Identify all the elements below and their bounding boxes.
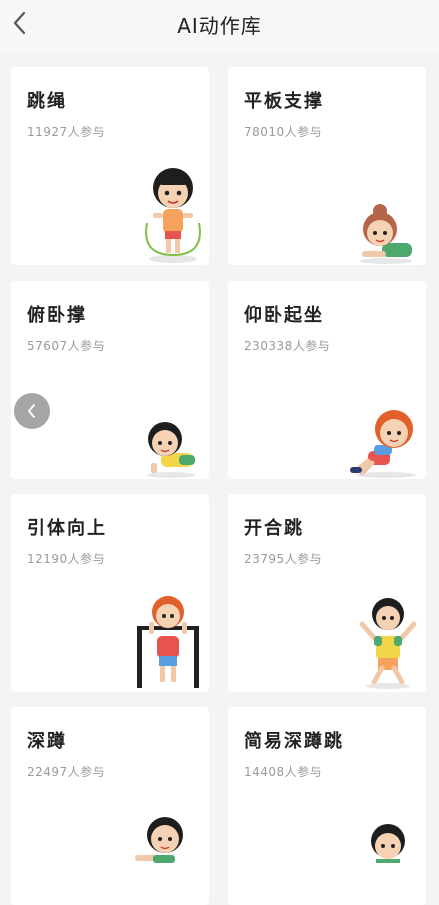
exercise-name: 仰卧起坐 [244,305,324,326]
floating-prev-button[interactable] [14,393,50,429]
exercise-card-push-up[interactable]: 俯卧撑 57607人参与 [11,281,209,479]
participant-count: 14408人参与 [244,765,323,779]
pull-up-illustration [137,596,199,688]
exercise-name: 平板支撑 [244,91,324,112]
exercise-card-pull-up[interactable]: 引体向上 12190人参与 [11,494,209,692]
exercise-card-squat[interactable]: 深蹲 22497人参与 [11,707,209,905]
push-up-illustration [147,422,195,478]
squat-illustration [135,817,183,863]
exercise-card-simple-squat-jump[interactable]: 简易深蹲跳 14408人参与 [228,707,426,905]
exercise-name: 俯卧撑 [27,305,87,326]
exercise-card-plank[interactable]: 平板支撑 78010人参与 [228,67,426,265]
exercise-name: 跳绳 [27,91,67,112]
participant-count: 12190人参与 [27,552,106,566]
participant-count: 230338人参与 [244,339,331,353]
exercise-card-jump-rope[interactable]: 跳绳 11927人参与 [11,67,209,265]
participant-count: 22497人参与 [27,765,106,779]
exercise-card-sit-up[interactable]: 仰卧起坐 230338人参与 [228,281,426,479]
participant-count: 11927人参与 [27,125,106,139]
page-title: AI动作库 [177,14,262,38]
exercise-card-jumping-jack[interactable]: 开合跳 23795人参与 [228,494,426,692]
jump-rope-illustration [145,168,201,263]
participant-count: 23795人参与 [244,552,323,566]
exercise-name: 开合跳 [244,518,304,539]
top-bar: AI动作库 [0,0,439,52]
exercise-name: 深蹲 [27,731,67,752]
participant-count: 78010人参与 [244,125,323,139]
plank-illustration [360,204,412,264]
exercise-name: 简易深蹲跳 [244,731,344,752]
sit-up-illustration [350,410,416,478]
chevron-left-icon [28,404,35,418]
jumping-jack-illustration [359,598,417,689]
participant-count: 57607人参与 [27,339,106,353]
squat-jump-illustration [371,824,405,863]
exercise-name: 引体向上 [27,518,107,539]
